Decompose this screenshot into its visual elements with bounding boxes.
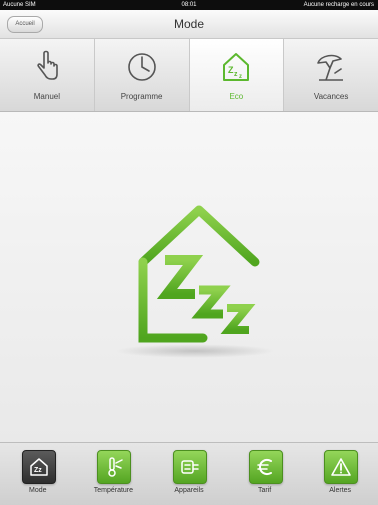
mode-icon: Zz — [30, 458, 48, 476]
svg-text:z: z — [239, 74, 242, 80]
icon-shadow — [115, 344, 275, 358]
tab-label: Vacances — [313, 92, 349, 101]
svg-text:z: z — [234, 71, 238, 78]
tab-label: Eco — [229, 92, 244, 101]
page-title: Mode — [173, 17, 205, 31]
toolbar-item-mode[interactable]: Zz Mode — [0, 443, 76, 505]
alert-icon — [331, 458, 351, 476]
toolbar-item-temperature[interactable]: Température — [76, 443, 152, 505]
clock-icon — [127, 53, 156, 81]
toolbar-label: Tarif — [257, 487, 272, 494]
tab-programme[interactable]: Programme — [95, 39, 190, 111]
main-panel — [0, 112, 378, 442]
thermometer-icon — [108, 457, 124, 477]
tab-label: Manuel — [33, 92, 60, 101]
toolbar-label: Mode — [29, 487, 47, 494]
alertes-button[interactable] — [324, 450, 359, 484]
eco-house-icon: Z z z — [223, 53, 250, 81]
nav-bar: Accueil Mode — [0, 10, 378, 39]
status-bar: Aucune SIM 08:01 Aucune recharge en cour… — [0, 0, 378, 10]
mode-tabs: Manuel Programme Z z z Eco Vacances — [0, 39, 378, 112]
euro-icon — [256, 458, 272, 476]
mode-button[interactable]: Zz — [21, 450, 56, 484]
hand-pointer-icon — [37, 50, 58, 80]
svg-text:Zz: Zz — [34, 467, 42, 474]
tab-eco[interactable]: Z z z Eco — [189, 39, 285, 111]
tab-manuel[interactable]: Manuel — [0, 39, 95, 111]
battery-status: Aucune recharge en cours — [303, 2, 374, 8]
tarif-button[interactable] — [248, 450, 283, 484]
bottom-toolbar: Zz Mode Température Appareils Tarif Aler… — [0, 442, 378, 505]
toolbar-item-alertes[interactable]: Alertes — [302, 443, 378, 505]
temperature-button[interactable] — [97, 450, 132, 484]
eco-house-sleep-icon — [138, 205, 260, 343]
tab-label: Programme — [120, 92, 163, 101]
toolbar-item-tarif[interactable]: Tarif — [227, 443, 303, 505]
toolbar-label: Température — [93, 487, 134, 494]
toolbar-label: Alertes — [329, 487, 352, 494]
toolbar-item-appareils[interactable]: Appareils — [151, 443, 227, 505]
appliance-icon — [181, 460, 199, 474]
appareils-button[interactable] — [172, 450, 207, 484]
toolbar-label: Appareils — [174, 487, 204, 494]
tab-vacances[interactable]: Vacances — [284, 39, 378, 111]
beach-umbrella-icon — [317, 54, 344, 81]
